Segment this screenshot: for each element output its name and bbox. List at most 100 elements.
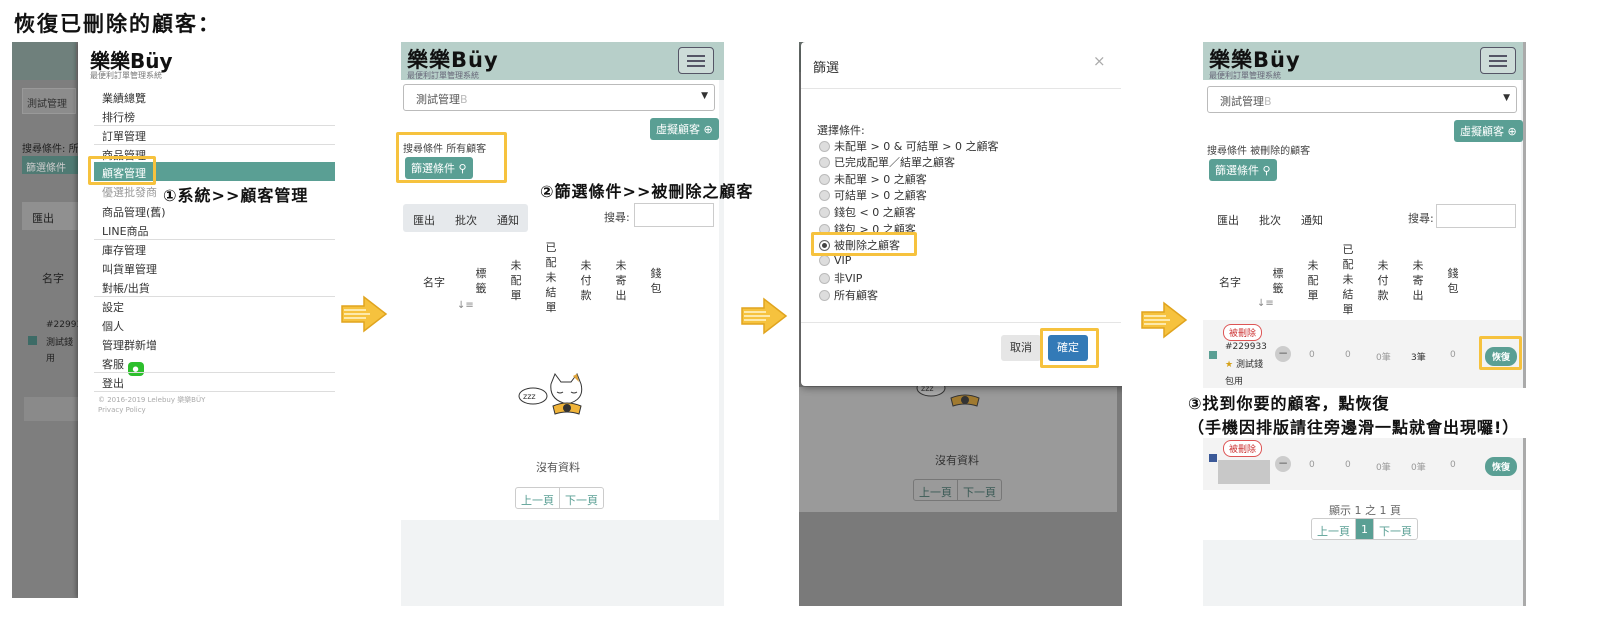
bg-tab: 匯出	[22, 202, 78, 230]
bg-prev-page: 上一頁	[914, 480, 958, 500]
radio-icon[interactable]	[819, 207, 830, 218]
minus-icon[interactable]: −	[1275, 456, 1291, 472]
col-tag: 標籤	[475, 267, 487, 295]
prev-page-button[interactable]: 上一頁	[1312, 519, 1356, 539]
tab-batch[interactable]: 批次	[1259, 212, 1281, 228]
filter-option[interactable]: 已完成配單／結單之顧客	[819, 154, 955, 170]
filter-option[interactable]: 可結單 > 0 之顧客	[819, 187, 927, 203]
customer-icon	[1209, 351, 1217, 359]
filter-option-label: 未配單 > 0 & 可結單 > 0 之顧客	[834, 140, 999, 153]
highlight-deleted-option	[811, 232, 917, 256]
bg-row-id: #22993	[46, 320, 83, 330]
cell-wallet: 0	[1450, 350, 1456, 360]
col-name: 名字	[423, 276, 445, 289]
highlight-customers-menu	[88, 156, 156, 185]
menu-logo: 樂樂Büy 最便利訂單管理系統	[90, 49, 173, 80]
bg-search-label: 搜尋條件: 所	[22, 144, 79, 155]
page-1-button[interactable]: 1	[1356, 519, 1374, 539]
next-page-button[interactable]: 下一頁	[1374, 519, 1417, 539]
filter-option[interactable]: 未配單 > 0 之顧客	[819, 171, 927, 187]
arrow-right-icon	[741, 297, 788, 335]
filter-option-label: 所有顧客	[834, 289, 878, 302]
menu-privacy-link[interactable]: Privacy Policy	[98, 406, 146, 414]
menu-toggle-button[interactable]	[1480, 47, 1516, 74]
cancel-button[interactable]: 取消	[1001, 335, 1041, 361]
tab-notify[interactable]: 通知	[1301, 212, 1323, 228]
next-page-button[interactable]: 下一頁	[560, 488, 603, 508]
filter-option[interactable]: 錢包 < 0 之顧客	[819, 204, 916, 220]
bg-empty-message: 沒有資料	[935, 454, 979, 467]
radio-icon[interactable]	[819, 141, 830, 152]
radio-icon[interactable]	[819, 290, 830, 301]
filter-option-label: 未配單 > 0 之顧客	[834, 173, 927, 186]
cell-unassigned: 0	[1309, 460, 1315, 470]
bg-next-page: 下一頁	[963, 486, 996, 499]
menu-item-wholesaler[interactable]: 優選批發商	[102, 184, 157, 200]
restore-button[interactable]: 恢復	[1485, 457, 1518, 476]
menu-item-purchase-orders[interactable]: 叫貨單管理	[102, 261, 157, 277]
search-condition: 搜尋條件 被刪除的顧客	[1207, 146, 1311, 157]
virtual-customer-button[interactable]: 虛擬顧客 ⊕	[1454, 120, 1523, 142]
menu-item-settings[interactable]: 設定	[102, 299, 124, 315]
facebook-icon	[1209, 454, 1217, 462]
tab-batch[interactable]: 批次	[455, 212, 477, 228]
col-unpaid: 未付款	[1377, 259, 1389, 302]
menu-item-support[interactable]: 客服 ●	[102, 356, 144, 376]
search-input[interactable]	[634, 203, 714, 227]
menu-item-personal[interactable]: 個人	[102, 318, 124, 334]
store-select[interactable]: 測試管理B ▼	[403, 84, 715, 111]
menu-item-inventory[interactable]: 庫存管理	[102, 242, 146, 258]
minus-icon[interactable]: −	[1275, 346, 1291, 362]
search-input[interactable]	[1436, 204, 1516, 228]
filter-option[interactable]: 所有顧客	[819, 287, 878, 303]
line-icon: ●	[127, 362, 144, 376]
arrow-right-icon	[1141, 301, 1188, 339]
caret-down-icon: ▼	[701, 91, 708, 101]
menu-item-logout[interactable]: 登出	[102, 375, 124, 391]
star-icon: ★	[1225, 360, 1234, 370]
filter-option[interactable]: 未配單 > 0 & 可結單 > 0 之顧客	[819, 138, 998, 154]
step3-text-line2: （手機因排版請往旁邊滑一點就會出現囉!）	[1188, 418, 1520, 437]
filter-button[interactable]: 篩選條件 ⚲	[1209, 159, 1277, 181]
pagination: 上一頁 下一頁	[515, 487, 604, 509]
radio-icon[interactable]	[819, 255, 830, 266]
radio-icon[interactable]	[819, 273, 830, 284]
virtual-customer-button[interactable]: 虛擬顧客 ⊕	[650, 118, 719, 140]
store-select[interactable]: 測試管理B ▼	[1207, 86, 1517, 113]
prev-page-button[interactable]: 上一頁	[516, 488, 560, 508]
filter-option-label: 已完成配單／結單之顧客	[834, 156, 955, 169]
filter-label: 選擇條件:	[817, 124, 865, 137]
bg-pagination: 上一頁 下一頁	[913, 479, 1002, 501]
menu-toggle-button[interactable]	[678, 47, 714, 74]
bg-row-name: 測試錢	[46, 338, 74, 348]
menu-item-products-old[interactable]: 商品管理(舊)	[102, 204, 166, 220]
radio-icon[interactable]	[819, 174, 830, 185]
menu-item-line-products[interactable]: LINE商品	[102, 223, 149, 239]
radio-icon[interactable]	[819, 157, 830, 168]
col-unassigned: 未配單	[510, 259, 522, 302]
bg-row-tag: 用	[46, 354, 56, 364]
radio-icon[interactable]	[819, 190, 830, 201]
cell-unshipped: 3筆	[1411, 353, 1426, 363]
cell-assigned: 0	[1345, 350, 1351, 360]
menu-item-shipping[interactable]: 對帳/出貨	[102, 280, 150, 296]
search-label: 搜尋:	[604, 211, 630, 224]
filter-option[interactable]: 非VIP	[819, 270, 862, 286]
cell-unassigned: 0	[1309, 350, 1315, 360]
filter-option-label: 可結單 > 0 之顧客	[834, 189, 927, 202]
tab-export[interactable]: 匯出	[1217, 212, 1239, 228]
col-unshipped: 未寄出	[1412, 259, 1424, 302]
tab-notify[interactable]: 通知	[497, 212, 519, 228]
close-icon[interactable]: ×	[1093, 52, 1106, 70]
menu-item-ranking[interactable]: 排行榜	[102, 109, 135, 125]
modal-title: 篩選	[813, 61, 840, 76]
menu-item-orders[interactable]: 訂單管理	[102, 128, 146, 144]
menu-item-add-admin-group[interactable]: 管理群新增	[102, 337, 157, 353]
caret-down-icon: ▼	[1503, 93, 1510, 103]
app-header: 樂樂Büy 最便利訂單管理系統	[1203, 42, 1526, 80]
table-row: 被刪除 #229933 ★ 測試錢 包用 − 0 0 0筆 3筆 0 恢復	[1203, 320, 1521, 390]
step2-text: ②篩選條件>>被刪除之顧客	[540, 182, 754, 201]
bg-row-icon	[28, 336, 37, 345]
menu-item-dashboard[interactable]: 業績總覽	[102, 90, 146, 106]
tab-export[interactable]: 匯出	[413, 212, 435, 228]
